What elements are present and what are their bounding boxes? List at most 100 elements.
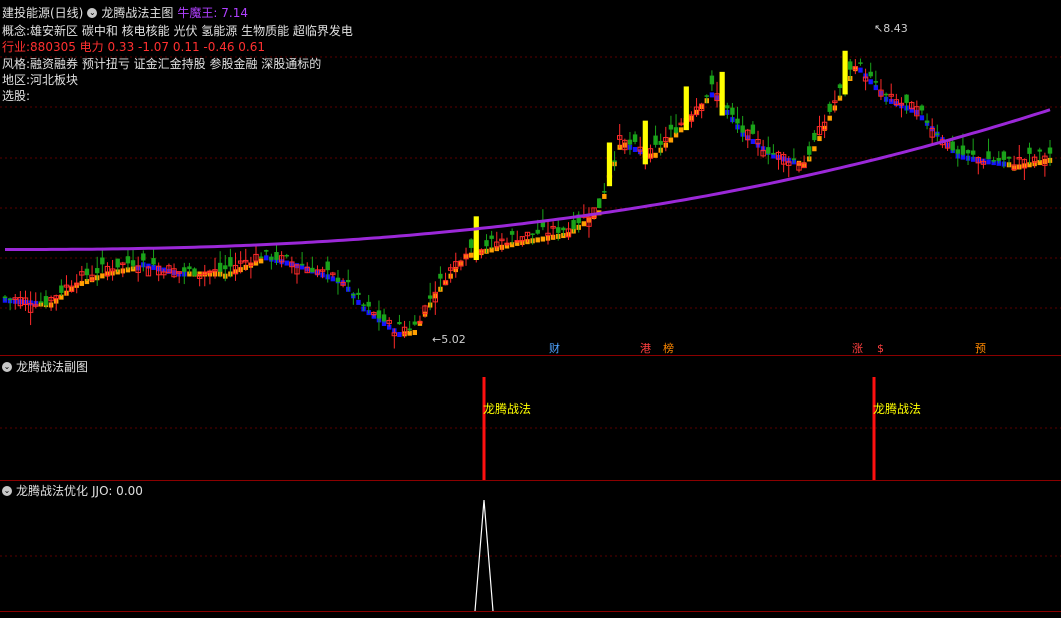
candle-body <box>955 149 960 154</box>
candle-body <box>858 62 863 64</box>
candle-body <box>356 292 361 295</box>
candle-body <box>935 133 940 135</box>
signal-candle <box>719 71 725 116</box>
concept-line: 概念:雄安新区 碳中和 核电核能 光伏 氢能源 生物质能 超临界发电 <box>2 23 353 39</box>
opt-panel-header: ⌄ 龙腾战法优化 JJO: 0.00 <box>2 483 143 499</box>
signal-candle <box>842 50 848 95</box>
candle-body <box>407 328 412 330</box>
candle-body <box>530 233 535 235</box>
event-badge-dividend[interactable]: $ <box>876 342 885 355</box>
event-badge-finance[interactable]: 财 <box>548 342 561 355</box>
candle-body <box>125 256 131 264</box>
trend-step <box>868 79 873 85</box>
candle-body <box>986 151 991 160</box>
candle-body <box>130 260 136 266</box>
event-badge-limit-up[interactable]: 涨 <box>851 342 864 355</box>
trend-step <box>919 115 925 121</box>
candle-body <box>597 198 602 208</box>
kline-chart[interactable] <box>0 0 1061 618</box>
candle-body <box>95 268 100 274</box>
candle-body <box>740 125 745 133</box>
trend-step <box>678 127 684 133</box>
trend-step <box>827 115 832 121</box>
trend-step <box>668 137 674 143</box>
region-value: 河北板块 <box>30 73 79 87</box>
candle-body <box>427 295 433 299</box>
candle-body <box>1001 151 1007 160</box>
candle-body <box>996 157 1001 161</box>
trend-step <box>858 67 863 73</box>
candle-body <box>725 105 730 109</box>
trend-step <box>653 152 658 158</box>
candle-body <box>100 257 105 265</box>
candle-body <box>269 256 274 260</box>
chevron-down-icon[interactable]: ⌄ <box>2 486 12 496</box>
high-price-annotation: ↖8.43 <box>874 21 908 37</box>
candle-body <box>658 140 663 145</box>
candle-body <box>704 95 709 97</box>
candle-body <box>873 81 879 83</box>
main-indicator-name[interactable]: 龙腾战法主图 <box>101 5 173 21</box>
trend-step <box>284 260 289 266</box>
candle-body <box>366 301 371 307</box>
candle-body <box>141 253 146 261</box>
candle-body <box>2 296 8 299</box>
candle-body <box>668 124 674 130</box>
candle-body <box>1047 147 1053 154</box>
candle-body <box>284 255 289 257</box>
signal-label-2: 龙腾战法 <box>873 402 922 416</box>
candle-body <box>7 298 13 301</box>
candle-body <box>187 266 192 270</box>
trend-step <box>264 255 269 261</box>
candle-body <box>310 267 315 273</box>
trend-step <box>468 252 474 258</box>
signal-candle <box>683 86 689 131</box>
candle-body <box>771 153 776 155</box>
concept-label: 概念: <box>2 24 31 38</box>
trend-step <box>356 299 361 305</box>
signal-label-1: 龙腾战法 <box>483 402 532 416</box>
candle-body <box>509 231 515 235</box>
event-badge-forecast[interactable]: 预 <box>974 342 987 355</box>
industry-label: 行业: <box>2 40 31 54</box>
trend-step <box>750 138 756 144</box>
candle-body <box>673 127 679 133</box>
industry-value: 880305 电力 0.33 -1.07 0.11 -0.46 0.61 <box>30 40 265 54</box>
candle-body <box>950 141 955 151</box>
candle-body <box>837 84 843 89</box>
candle-body <box>632 134 638 142</box>
sub-panel-title[interactable]: 龙腾战法副图 <box>16 359 88 375</box>
event-badge-list[interactable]: 榜 <box>662 342 675 355</box>
candle-body <box>970 150 976 155</box>
candle-body <box>571 220 576 230</box>
candle-body <box>960 145 966 155</box>
trend-step <box>581 221 587 227</box>
style-label: 风格: <box>2 57 31 71</box>
candle-body <box>807 146 812 155</box>
candle-body <box>735 118 740 124</box>
opt-panel-title[interactable]: 龙腾战法优化 <box>16 483 88 499</box>
chevron-down-icon[interactable]: ⌄ <box>87 8 98 18</box>
candle-body <box>919 105 925 111</box>
sub-panel-header: ⌄ 龙腾战法副图 <box>2 359 88 375</box>
stock-name[interactable]: 建投能源(日线) <box>2 5 83 21</box>
chevron-down-icon[interactable]: ⌄ <box>2 362 12 372</box>
arrow-icon: ↖ <box>874 22 884 35</box>
candle-body <box>883 93 889 96</box>
signal-candle <box>606 142 613 187</box>
trend-step <box>100 273 105 279</box>
arrow-icon: ← <box>432 333 442 346</box>
industry-line: 行业:880305 电力 0.33 -1.07 0.11 -0.46 0.61 <box>2 39 265 55</box>
trend-step <box>602 193 607 199</box>
candle-body <box>612 160 617 162</box>
candle-body <box>299 263 305 266</box>
candle-body <box>561 227 566 231</box>
trend-step <box>986 159 991 165</box>
trend-step <box>79 280 85 286</box>
signal-candle <box>473 216 479 261</box>
candle-body <box>848 61 853 70</box>
candle-body <box>535 229 540 234</box>
event-badge-hk[interactable]: 港 <box>639 342 652 355</box>
candle-body <box>182 267 187 272</box>
trend-step <box>709 92 715 98</box>
